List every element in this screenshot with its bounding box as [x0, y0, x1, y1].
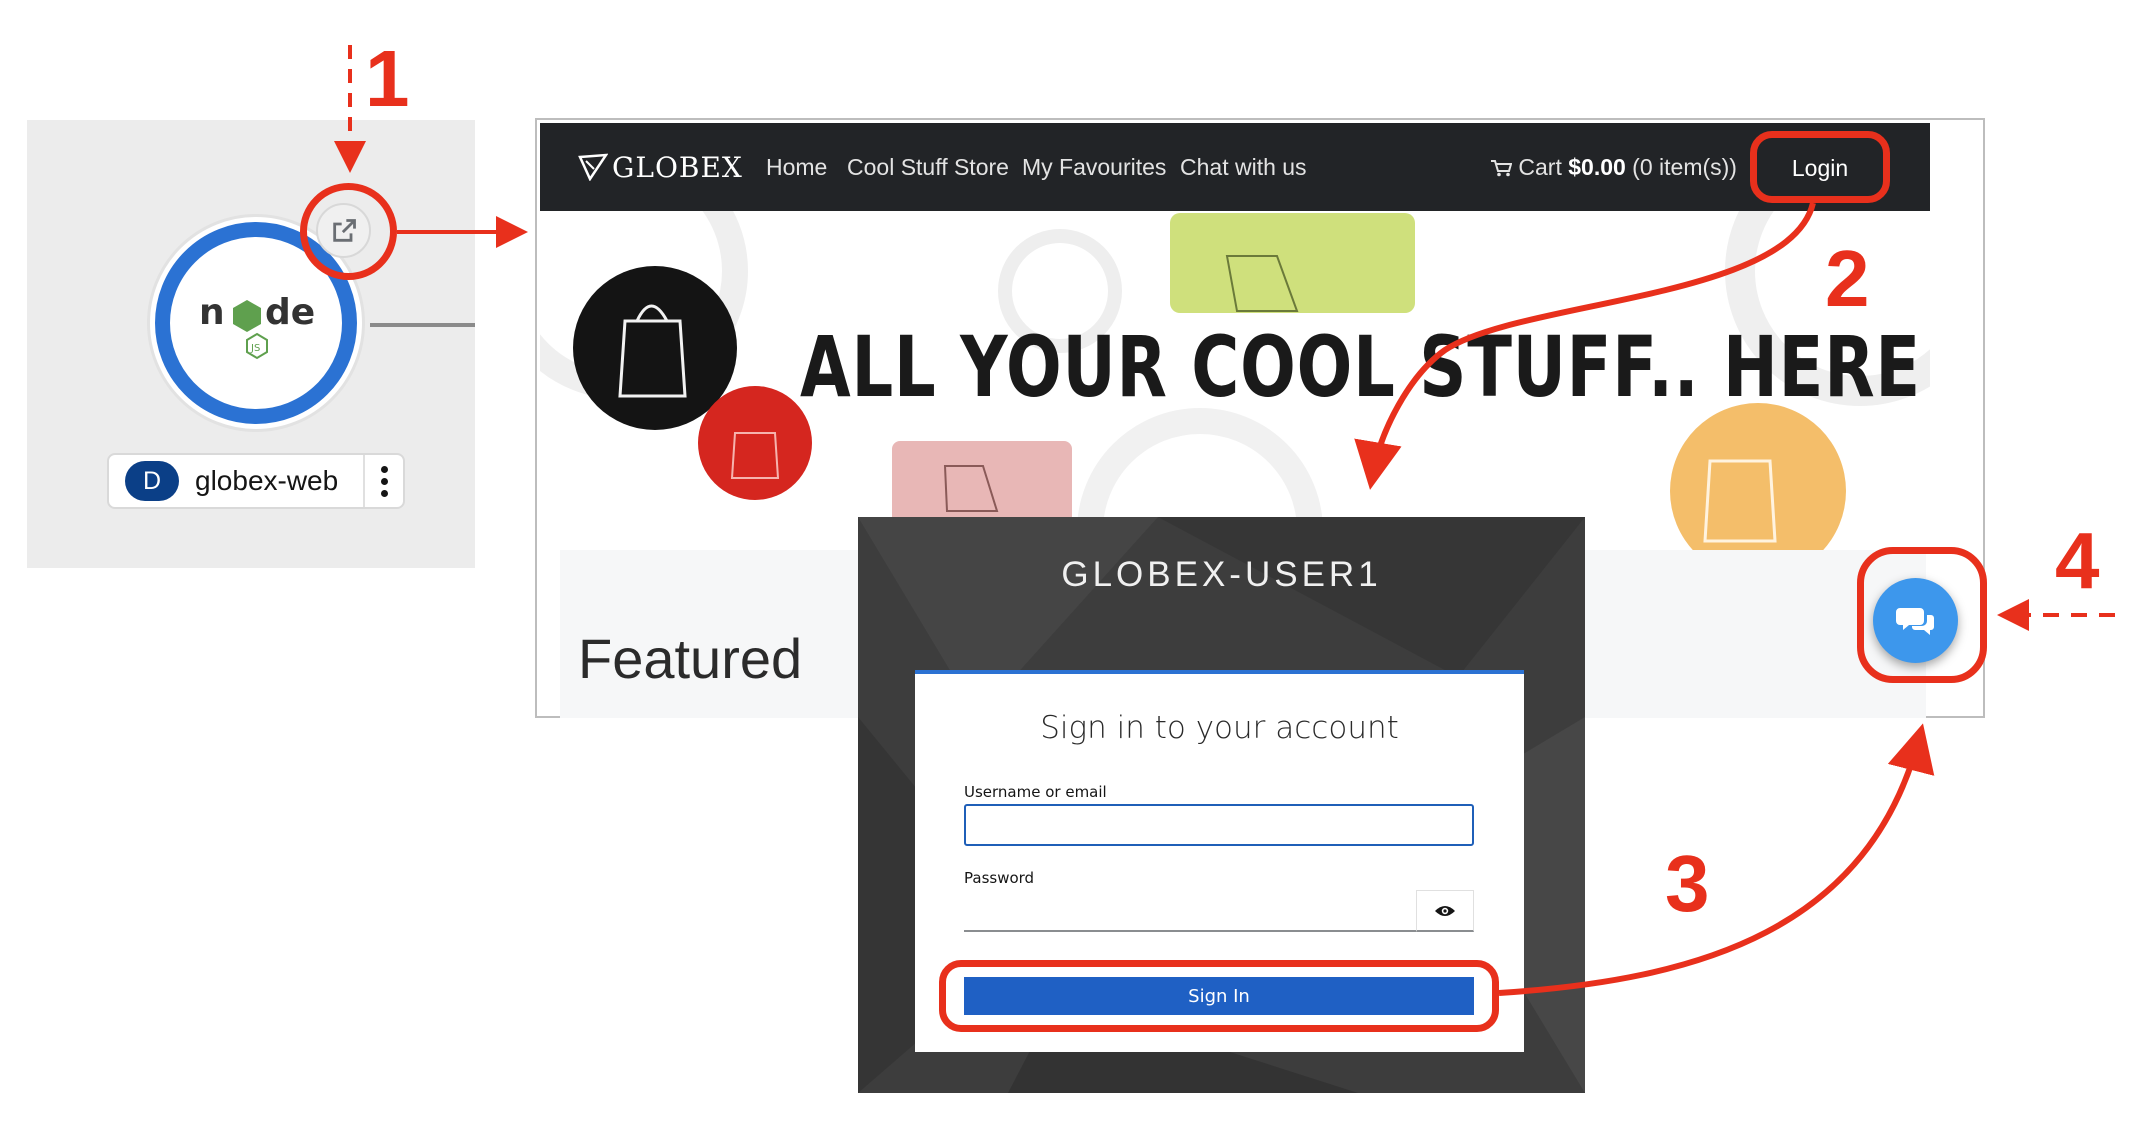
step-3-label: 3	[1665, 839, 1710, 928]
username-input[interactable]	[964, 804, 1474, 846]
step-1-label: 1	[365, 34, 410, 123]
login-heading: Sign in to your account	[1040, 710, 1399, 746]
callout-chat	[1857, 547, 1987, 683]
svg-text:JS: JS	[250, 343, 260, 354]
nav-my-favourites[interactable]: My Favourites	[1022, 154, 1166, 181]
svg-text:de: de	[265, 292, 315, 333]
step-2-label: 2	[1825, 234, 1870, 323]
topology-connector	[370, 323, 475, 327]
callout-open-url	[300, 183, 397, 280]
featured-heading: Featured	[578, 627, 803, 690]
svg-text:n: n	[199, 292, 225, 333]
hero-title: ALL YOUR COOL STUFF.. HERE	[800, 318, 1921, 416]
deployment-badge: D	[125, 461, 179, 501]
eye-icon	[1435, 905, 1455, 916]
password-input[interactable]	[964, 890, 1416, 932]
realm-name: GLOBEX-USER1	[1061, 555, 1382, 594]
cart-prefix: Cart	[1518, 154, 1569, 180]
nav-chat-with-us[interactable]: Chat with us	[1180, 154, 1307, 181]
cart-items: (0 item(s))	[1625, 154, 1737, 180]
callout-sign-in	[939, 960, 1499, 1032]
username-label: Username or email	[964, 783, 1107, 801]
kebab-menu-icon[interactable]	[363, 455, 403, 507]
brand-logo[interactable]: GLOBEX	[578, 148, 743, 186]
cart-amount: $0.00	[1568, 154, 1626, 180]
globex-logo-icon	[578, 153, 608, 181]
nav-home[interactable]: Home	[766, 154, 827, 181]
app-name: globex-web	[195, 465, 339, 496]
step-4-label: 4	[2055, 516, 2100, 605]
callout-login	[1750, 131, 1890, 203]
password-label: Password	[964, 869, 1035, 887]
brand-name: GLOBEX	[612, 150, 743, 184]
application-label[interactable]: D globex-web	[107, 453, 405, 509]
cart-icon	[1491, 160, 1513, 177]
cart-link[interactable]: Cart $0.00 (0 item(s))	[1490, 154, 1737, 181]
show-password-button[interactable]	[1416, 890, 1474, 932]
nav-cool-stuff-store[interactable]: Cool Stuff Store	[847, 154, 1009, 181]
nodejs-logo: n de JS	[195, 280, 320, 370]
